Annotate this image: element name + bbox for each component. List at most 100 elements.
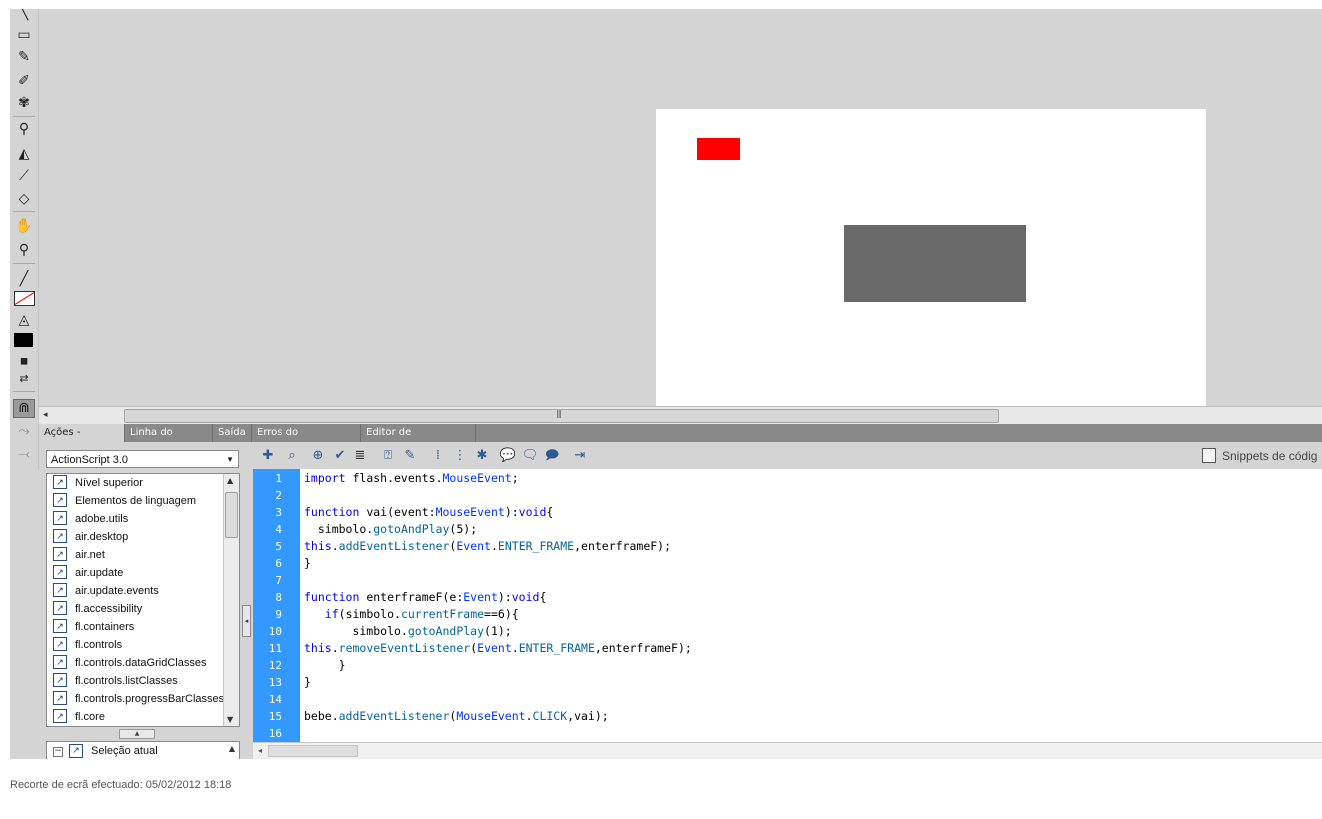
package-icon: ↗ — [53, 493, 67, 508]
hand-tool-icon[interactable]: ✋ — [12, 216, 36, 236]
collapse-between-braces-icon[interactable]: ⁞ — [429, 447, 447, 465]
code-line[interactable]: if(simbolo.currentFrame==6){ — [304, 607, 519, 621]
tab-actions-frame[interactable]: Ações - Quadro — [39, 424, 125, 456]
package-icon: ↗ — [53, 709, 67, 724]
snippets-icon — [1202, 448, 1216, 464]
list-item[interactable]: ↗ fl.containers — [53, 618, 134, 636]
tab-compiler-errors[interactable]: Erros do compilador — [252, 424, 361, 456]
fill-bucket-icon[interactable]: ◬ — [12, 310, 36, 330]
zoom-tool-icon[interactable]: ⚲ — [12, 240, 36, 260]
library-vertical-scrollbar[interactable]: ▲ ▼ — [223, 474, 239, 726]
list-item[interactable]: ↗ fl.controls.listClasses — [53, 672, 178, 690]
pencil-tool-icon[interactable]: ✎ — [12, 47, 36, 67]
paint-bucket-tool-icon[interactable]: ◭ — [12, 144, 36, 164]
current-selection-label: Seleção atual — [91, 745, 158, 757]
fill-color-swatch[interactable] — [14, 333, 33, 347]
apply-line-comment-icon[interactable]: 🗨 — [521, 447, 539, 465]
code-line[interactable]: } — [304, 675, 311, 689]
grey-rectangle-symbol[interactable] — [844, 225, 1026, 302]
auto-format-icon[interactable]: ≣ — [351, 447, 369, 465]
code-line[interactable]: function enterframeF(e:Event):void{ — [304, 590, 546, 604]
list-item[interactable]: ↗ adobe.utils — [53, 510, 128, 528]
line-tool-icon[interactable]: ╲ — [12, 9, 36, 23]
collapse-selection-icon[interactable]: ⋮ — [451, 447, 469, 465]
list-item[interactable]: ↗ air.net — [53, 546, 105, 564]
show-code-hint-icon[interactable]: ⍰ — [379, 447, 397, 465]
brush-tool-icon[interactable]: ✐ — [12, 71, 36, 91]
code-line[interactable]: simbolo.gotoAndPlay(1); — [304, 624, 511, 638]
package-icon: ↗ — [53, 511, 67, 526]
scrollbar-thumb[interactable] — [225, 492, 238, 538]
rectangle-tool-icon[interactable]: ▭ — [12, 25, 36, 45]
list-item[interactable]: ↗ fl.controls.dataGridClasses — [53, 654, 206, 672]
script-editor-toolbar: ✚ ⌕ ⊕ ✔ ≣ ⍰ ✎ ⁞ ⋮ ✱ 💬 🗨 🗩 ⇥ Snippets de … — [253, 442, 1322, 469]
list-item[interactable]: ↗ fl.core — [53, 708, 105, 726]
code-snippets-button[interactable]: Snippets de códig — [1202, 447, 1317, 465]
code-horizontal-scrollbar[interactable]: ◂ — [253, 742, 1322, 759]
code-line[interactable]: this.removeEventListener(Event.ENTER_FRA… — [304, 641, 692, 655]
language-select[interactable]: ActionScript 3.0 ▼ — [46, 450, 239, 468]
tool-separator — [13, 116, 35, 117]
collapse-up-icon[interactable]: ▲ — [119, 729, 155, 739]
code-line[interactable]: } — [304, 658, 346, 672]
deco-tool-icon[interactable]: ✾ — [12, 93, 36, 113]
actions-library-list[interactable]: ↗ Nível superior ↗ Elementos de linguagem … — [46, 473, 240, 727]
list-item[interactable]: ↗ fl.accessibility — [53, 600, 142, 618]
straighten-icon[interactable]: ⤙ — [12, 444, 36, 464]
list-item[interactable]: ↗ air.desktop — [53, 528, 128, 546]
scroll-up-icon[interactable]: ▲ — [227, 476, 233, 485]
list-item[interactable]: ↗ Nível superior — [53, 474, 143, 492]
tab-output[interactable]: Saída — [213, 424, 252, 442]
bone-tool-icon[interactable]: ⚲ — [12, 119, 36, 139]
chevron-down-icon: ▼ — [226, 455, 234, 464]
panel-split-handle[interactable]: ◂ — [242, 605, 251, 637]
list-item[interactable]: ↗ air.update — [53, 564, 123, 582]
remove-comment-icon[interactable]: 🗩 — [543, 447, 561, 465]
red-rectangle-symbol[interactable] — [697, 138, 740, 160]
scrollbar-thumb[interactable] — [268, 745, 358, 757]
apply-block-comment-icon[interactable]: 💬 — [499, 447, 517, 465]
code-line[interactable]: import flash.events.MouseEvent; — [304, 471, 519, 485]
stroke-color-swatch[interactable] — [14, 291, 35, 306]
scroll-left-icon[interactable]: ◂ — [43, 407, 48, 423]
list-item-label: air.net — [75, 549, 105, 561]
stage[interactable] — [656, 109, 1206, 406]
stroke-pen-icon[interactable]: ╱ — [12, 269, 36, 289]
add-statement-icon[interactable]: ✚ — [259, 447, 277, 465]
current-selection-tree[interactable]: − ↗ Seleção atual ▲ — [46, 741, 240, 759]
smooth-icon[interactable]: ⤳ — [12, 421, 36, 441]
code-line[interactable]: } — [304, 556, 311, 570]
check-syntax-icon[interactable]: ✔ — [331, 447, 349, 465]
list-item-label: fl.controls.listClasses — [75, 675, 178, 687]
stage-horizontal-scrollbar[interactable]: ◂ ||| — [39, 406, 1322, 425]
list-item[interactable]: ↗ air.update.events — [53, 582, 159, 600]
scroll-left-icon[interactable]: ◂ — [258, 743, 262, 759]
find-icon[interactable]: ⌕ — [283, 447, 301, 465]
show-hide-toolbox-icon[interactable]: ⇥ — [571, 447, 589, 465]
collapse-minus-icon[interactable]: − — [53, 747, 63, 757]
script-editor[interactable]: 1 2 3 4 5 6 7 8 9 10 11 12 13 14 15 16 i… — [253, 469, 1322, 742]
eyedropper-tool-icon[interactable]: ⟋ — [12, 166, 36, 186]
swap-colors-icon[interactable]: ⇄ — [12, 369, 36, 389]
eraser-tool-icon[interactable]: ◇ — [12, 189, 36, 209]
scrollbar-thumb[interactable]: ||| — [124, 409, 999, 423]
code-line[interactable]: simbolo.gotoAndPlay(5); — [304, 522, 477, 536]
line-number: 13 — [268, 676, 282, 689]
grip-icon: ||| — [556, 409, 562, 418]
code-line[interactable]: this.addEventListener(Event.ENTER_FRAME,… — [304, 539, 671, 553]
scroll-up-icon[interactable]: ▲ — [229, 744, 235, 753]
scroll-down-icon[interactable]: ▼ — [227, 715, 233, 724]
code-line[interactable]: function vai(event:MouseEvent):void{ — [304, 505, 553, 519]
expand-all-icon[interactable]: ✱ — [473, 447, 491, 465]
list-item[interactable]: ↗ Elementos de linguagem — [53, 492, 196, 510]
library-splitter[interactable]: ▲ — [46, 728, 240, 740]
list-item[interactable]: ↗ fl.controls — [53, 636, 122, 654]
code-line[interactable]: bebe.addEventListener(MouseEvent.CLICK,v… — [304, 709, 609, 723]
tab-motion-editor[interactable]: Editor de movimento — [361, 424, 476, 456]
insert-target-path-icon[interactable]: ⊕ — [309, 447, 327, 465]
list-item[interactable]: ↗ fl.controls.progressBarClasses — [53, 690, 224, 708]
debug-options-icon[interactable]: ✎ — [401, 447, 419, 465]
line-number: 11 — [268, 642, 282, 655]
tab-timeline[interactable]: Linha do tempo — [125, 424, 213, 456]
snap-to-objects-icon[interactable]: ⋒ — [13, 399, 35, 418]
